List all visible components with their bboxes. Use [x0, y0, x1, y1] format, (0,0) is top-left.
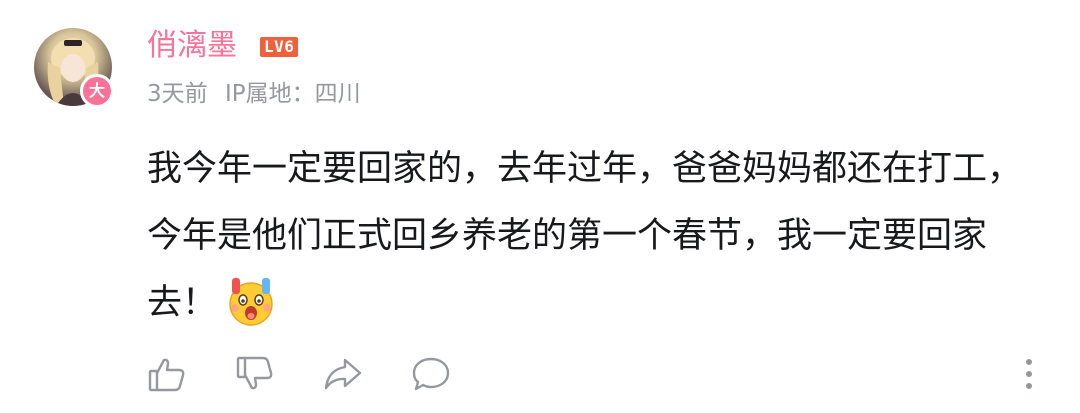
like-button[interactable] — [147, 354, 187, 394]
level-badge: LV6 — [260, 37, 299, 57]
more-options-icon[interactable] — [1014, 354, 1044, 394]
reply-button[interactable] — [411, 354, 451, 394]
comment-meta: 3天前 IP属地：四川 — [147, 78, 371, 110]
like-icon — [148, 358, 185, 392]
username[interactable]: 俏漓墨 — [147, 26, 237, 66]
more-dot — [1026, 383, 1032, 389]
dislike-icon — [236, 356, 273, 390]
comment-time: 3天前 — [147, 81, 208, 107]
reply-icon — [412, 357, 450, 391]
dislike-button[interactable] — [235, 354, 275, 394]
share-button[interactable] — [323, 354, 363, 394]
avatar[interactable]: 大 — [34, 28, 114, 108]
more-dot — [1026, 359, 1032, 365]
shocked-face-emoji — [223, 272, 279, 328]
share-icon — [324, 358, 362, 390]
comment-actions — [147, 352, 499, 396]
vip-badge: 大 — [80, 74, 114, 108]
more-dot — [1026, 371, 1032, 377]
ip-location: IP属地：四川 — [224, 81, 361, 107]
comment-text: 我今年一定要回家的，去年过年，爸爸妈妈都还在打工，今年是他们正式回乡养老的第一个… — [147, 136, 1027, 337]
